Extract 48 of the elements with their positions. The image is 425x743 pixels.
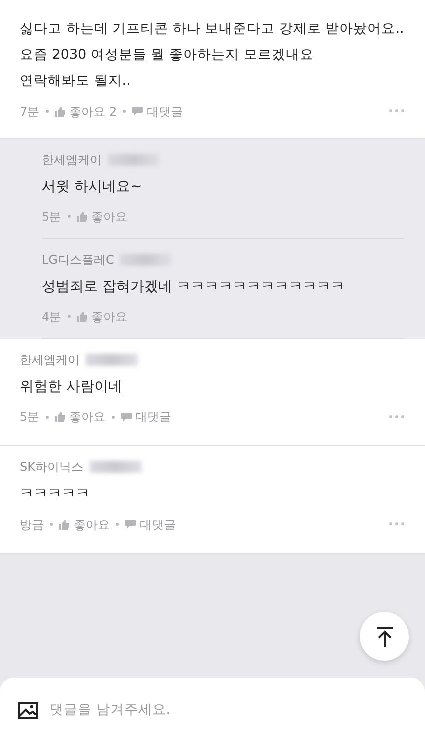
reply-button[interactable]: 대댓글: [120, 408, 172, 426]
comment-time: 5분: [20, 409, 40, 426]
separator-dot: [116, 523, 119, 526]
separator-dot: [46, 110, 49, 114]
speech-bubble-icon: [125, 520, 136, 530]
like-button[interactable]: 좋아요: [76, 208, 128, 226]
image-icon[interactable]: [18, 702, 38, 719]
company-name: 한세엠케이: [20, 352, 80, 368]
comment-text-field[interactable]: 댓글을 남겨주세요.: [48, 699, 407, 722]
comment-time: 5분: [42, 208, 62, 226]
thumbs-up-icon: [54, 106, 66, 117]
comment-time: 4분: [42, 308, 62, 326]
like-button[interactable]: 좋아요 2: [54, 102, 118, 121]
separator-dot: [46, 416, 49, 419]
like-button[interactable]: 좋아요: [76, 308, 128, 326]
thumbs-up-icon: [59, 520, 70, 530]
speech-bubble-icon: [132, 107, 144, 116]
more-options-icon[interactable]: [389, 414, 405, 419]
comment-input[interactable]: 댓글을 남겨주세요.: [0, 678, 425, 743]
separator-dot: [112, 416, 115, 419]
company-name: LG디스플레C: [42, 252, 114, 268]
speech-bubble-icon: [120, 412, 132, 422]
more-options-icon[interactable]: [389, 109, 405, 114]
thumbs-up-icon: [54, 412, 66, 422]
reply-button[interactable]: 대댓글: [132, 102, 184, 121]
arrow-up-icon: [374, 626, 394, 648]
reply-button[interactable]: 대댓글: [125, 516, 176, 534]
like-button[interactable]: 좋아요: [59, 516, 110, 534]
company-name: SK하이닉스: [20, 459, 84, 476]
comment-time: 7분: [20, 104, 40, 121]
comment-text-line: 싫다고 하는데 기프티콘 하나 보내준다고 강제로 받아놨어요..: [20, 20, 405, 39]
company-name: 한세엠케이: [42, 152, 102, 168]
comment-text: 성범죄로 잡혀가겠네 ㅋㅋㅋㅋㅋㅋㅋㅋㅋㅋㅋㅋ: [42, 278, 346, 296]
comment-text: 위험한 사람이네: [20, 378, 124, 396]
like-button[interactable]: 좋아요: [54, 408, 106, 426]
comment-text: ㅋㅋㅋㅋㅋ: [20, 485, 91, 504]
scroll-to-top-button[interactable]: [360, 612, 409, 661]
more-options-icon[interactable]: [389, 522, 405, 526]
comment-time: 방금: [20, 516, 44, 534]
thumbs-up-icon: [76, 312, 88, 322]
comment-text-line: 요즘 2030 여성분들 뭘 좋아하는지 모르겠내요: [20, 46, 315, 65]
comment-text-line: 연락해봐도 될지..: [20, 72, 132, 91]
comment-text: 서윗 하시네요~: [42, 178, 144, 196]
separator-dot: [123, 110, 126, 114]
separator-dot: [68, 315, 71, 318]
separator-dot: [68, 215, 71, 218]
separator-dot: [50, 523, 53, 526]
thumbs-up-icon: [76, 212, 88, 222]
